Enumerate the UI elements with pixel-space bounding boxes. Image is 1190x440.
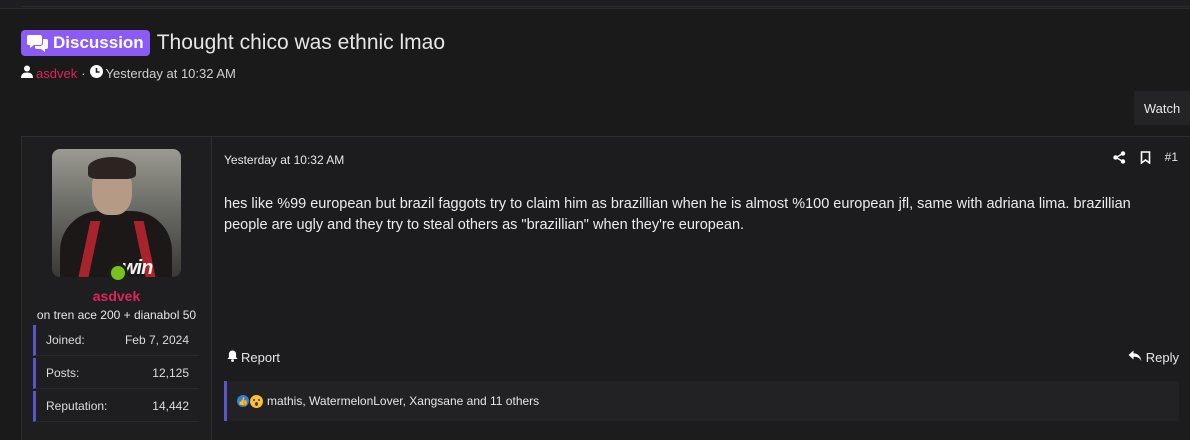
post-username[interactable]: asdvek [22, 288, 211, 304]
report-button[interactable]: Report [227, 350, 280, 365]
watch-button[interactable]: Watch [1134, 91, 1190, 125]
stat-value: Feb 7, 2024 [124, 333, 189, 347]
online-status-indicator [108, 263, 128, 283]
clock-icon [89, 65, 103, 81]
bell-icon [227, 350, 238, 365]
top-bar [0, 0, 1190, 9]
share-icon[interactable] [1112, 150, 1126, 164]
bookmark-icon[interactable] [1140, 150, 1151, 164]
user-title: on tren ace 200 + dianabol 50 [36, 308, 197, 322]
wow-icon [250, 394, 263, 408]
chat-bubbles-icon [27, 34, 49, 52]
user-pane: win asdvek on tren ace 200 + dianabol 50… [22, 137, 212, 440]
thread-meta: asdvek · Yesterday at 10:32 AM [21, 65, 1190, 81]
thread-header: Discussion Thought chico was ethnic lmao… [21, 30, 1190, 81]
stat-label: Joined: [46, 333, 85, 347]
meta-separator: · [81, 65, 86, 81]
stat-label: Posts: [46, 366, 80, 380]
prefix-label: Discussion [53, 33, 144, 52]
thread-title: Thought chico was ethnic lmao [156, 31, 446, 54]
reply-icon [1128, 350, 1142, 365]
user-icon [21, 65, 33, 81]
reactions-list[interactable]: mathis, WatermelonLover, Xangsane and 11… [267, 394, 539, 408]
prefix-badge[interactable]: Discussion [21, 30, 150, 56]
post-actions: #1 [1112, 150, 1178, 164]
stat-posts: Posts: 12,125 [33, 358, 199, 389]
post-body: hes like %99 european but brazil faggots… [224, 196, 1131, 233]
report-label: Report [241, 350, 281, 365]
post-number-link[interactable]: #1 [1165, 150, 1178, 164]
reply-button[interactable]: Reply [1128, 350, 1179, 365]
reactions-bar[interactable]: 👍 mathis, WatermelonLover, Xangsane and … [224, 381, 1179, 421]
post: win asdvek on tren ace 200 + dianabol 50… [21, 136, 1190, 440]
reaction-icons: 👍 [237, 394, 263, 408]
avatar-wrap: win [52, 149, 181, 283]
stat-label: Reputation: [46, 399, 108, 413]
post-date-link[interactable]: Yesterday at 10:32 AM [224, 153, 344, 167]
thread-date-link[interactable]: Yesterday at 10:32 AM [106, 66, 236, 81]
thread-author-link[interactable]: asdvek [36, 66, 77, 81]
stat-joined: Joined: Feb 7, 2024 [33, 325, 199, 356]
avatar[interactable]: win [52, 149, 181, 277]
user-stats: Joined: Feb 7, 2024 Posts: 12,125 Reputa… [33, 325, 199, 424]
like-icon: 👍 [237, 395, 249, 407]
stat-value[interactable]: 12,125 [152, 366, 189, 380]
stat-value: 14,442 [152, 399, 189, 413]
reply-label: Reply [1145, 350, 1179, 365]
stat-reputation: Reputation: 14,442 [33, 391, 199, 422]
